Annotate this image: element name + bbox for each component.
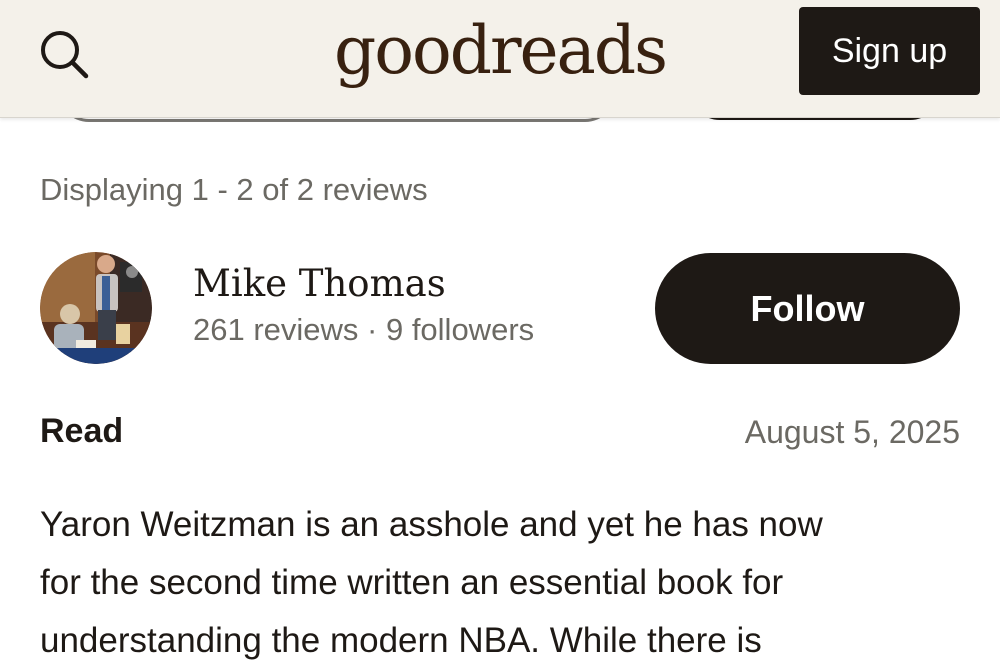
review-text: Yaron Weitzman is an asshole and yet he … — [40, 496, 970, 670]
reviews-count-text: Displaying 1 - 2 of 2 reviews — [40, 172, 428, 207]
avatar[interactable] — [40, 252, 152, 364]
top-header: goodreads Sign up — [0, 0, 1000, 118]
avatar-photo — [40, 252, 152, 364]
review-page: goodreads Sign up Displaying 1 - 2 of 2 … — [0, 0, 1000, 672]
reviewer-stats: 261 reviews · 9 followers — [193, 312, 535, 347]
review-text-line: understanding the modern NBA. While ther… — [40, 621, 762, 660]
follow-button[interactable]: Follow — [655, 253, 960, 364]
shelf-status: Read — [40, 412, 124, 450]
reviewer-name[interactable]: Mike Thomas — [193, 262, 446, 305]
review-text-line: Yaron Weitzman is an asshole and yet he … — [40, 505, 823, 544]
review-date[interactable]: August 5, 2025 — [745, 414, 960, 451]
review-text-line: for the second time written an essential… — [40, 563, 784, 602]
sign-up-button[interactable]: Sign up — [799, 7, 980, 95]
